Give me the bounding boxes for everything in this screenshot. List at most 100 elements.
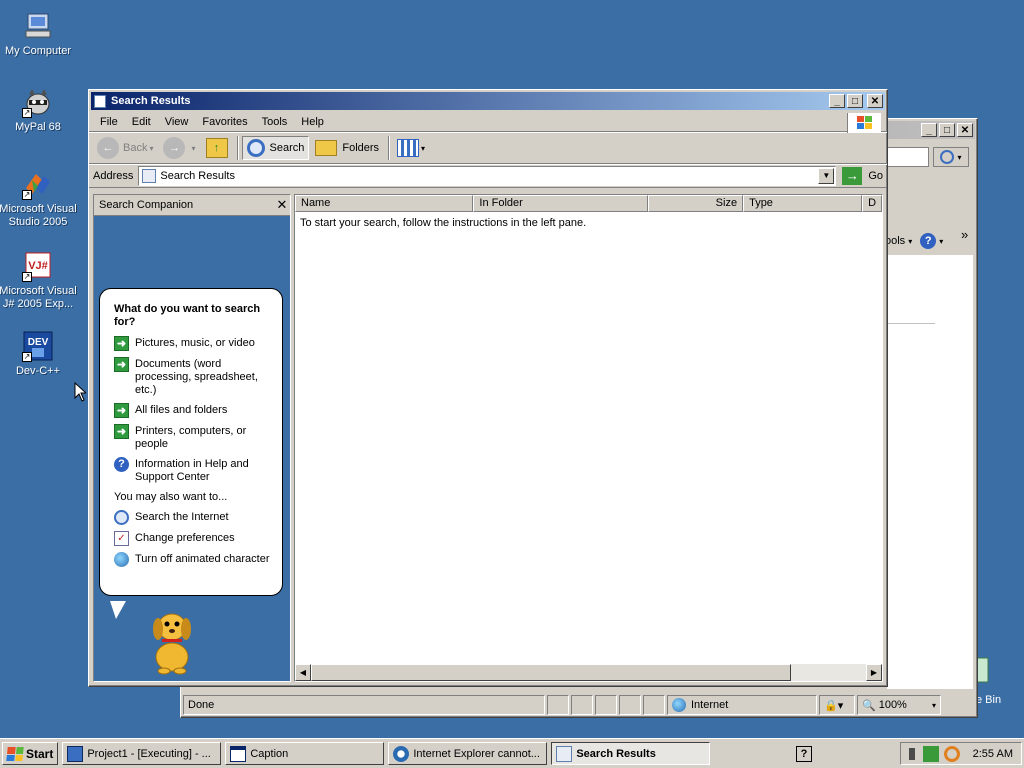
search-dropdown-button[interactable]: ▾: [933, 147, 969, 167]
mouse-cursor-icon: [74, 382, 86, 402]
option-printers[interactable]: ➜ Printers, computers, or people: [114, 424, 272, 451]
dev-cpp-icon: DEV ↗: [22, 330, 54, 362]
search-icon: [940, 150, 955, 164]
views-icon: [397, 139, 420, 157]
companion-title: Search Companion: [99, 199, 194, 211]
help-tray-icon[interactable]: ?: [795, 745, 812, 762]
svg-text:VJ#: VJ#: [28, 260, 48, 272]
column-in-folder[interactable]: In Folder: [473, 195, 648, 212]
desktop-icon-visual-studio[interactable]: ↗ Microsoft Visual Studio 2005: [0, 168, 80, 229]
status-cell: [643, 695, 665, 715]
network-icon[interactable]: [908, 747, 915, 760]
option-change-preferences[interactable]: ✓ Change preferences: [114, 531, 272, 546]
option-help-center[interactable]: ? Information in Help and Support Center: [114, 457, 272, 484]
option-documents[interactable]: ➜ Documents (word processing, spreadsheet…: [114, 357, 272, 397]
toolbar-separator: [388, 136, 391, 160]
task-internet-explorer[interactable]: Internet Explorer cannot...: [388, 742, 548, 765]
security-shield-icon[interactable]: [922, 745, 939, 762]
close-button[interactable]: ✕: [957, 123, 973, 137]
menu-help[interactable]: Help: [294, 114, 331, 130]
status-text: Done: [183, 695, 545, 715]
desktop-icon-label: MyPal 68: [15, 121, 61, 133]
task-search-results[interactable]: Search Results: [551, 742, 711, 765]
clock[interactable]: 2:55 AM: [973, 748, 1013, 760]
companion-close-icon[interactable]: ✕: [274, 197, 290, 213]
visual-studio-icon: ↗: [22, 168, 54, 200]
security-icon[interactable]: 🔒▾: [819, 695, 855, 715]
minimize-button[interactable]: _: [829, 94, 845, 108]
shortcut-arrow-icon: ↗: [22, 108, 32, 118]
horizontal-scrollbar[interactable]: ◀ ▶: [295, 664, 882, 681]
task-label: Search Results: [576, 747, 656, 760]
desktop-icon-label: My Computer: [4, 45, 72, 57]
task-project1[interactable]: Project1 - [Executing] - ...: [62, 742, 222, 765]
option-search-internet[interactable]: Search the Internet: [114, 510, 272, 525]
internet-search-icon: [114, 510, 129, 525]
zoom-control[interactable]: 🔍 100% ▾: [857, 695, 941, 715]
column-name[interactable]: Name: [295, 195, 474, 212]
folders-button[interactable]: Folders: [311, 138, 383, 158]
vb-project-icon: [67, 745, 84, 762]
forward-button[interactable]: → ▾: [159, 135, 199, 161]
desktop-icon-mypal[interactable]: ↗ MyPal 68: [0, 86, 80, 134]
column-size[interactable]: Size: [647, 195, 744, 212]
scroll-thumb[interactable]: [311, 664, 791, 681]
address-bar: Address Search Results ▼ → Go: [89, 164, 887, 188]
desktop-icon-visual-j[interactable]: VJ# ↗ Microsoft Visual J# 2005 Exp...: [0, 250, 80, 311]
search-label: Search: [269, 142, 305, 154]
menu-view[interactable]: View: [158, 114, 196, 130]
maximize-button[interactable]: □: [939, 123, 955, 137]
menu-favorites[interactable]: Favorites: [195, 114, 254, 130]
search-results-page-icon: [142, 169, 157, 183]
green-arrow-icon: ➜: [114, 357, 129, 372]
option-all-files[interactable]: ➜ All files and folders: [114, 403, 272, 418]
desktop-icon-dev-cpp[interactable]: DEV ↗ Dev-C++: [0, 330, 80, 378]
menu-edit[interactable]: Edit: [125, 114, 158, 130]
up-folder-icon: ↑: [205, 138, 228, 158]
start-button[interactable]: Start: [2, 742, 59, 765]
scroll-left-icon[interactable]: ◀: [295, 664, 311, 681]
minimize-button[interactable]: _: [921, 123, 937, 137]
raccoon-icon: ↗: [22, 86, 54, 118]
toolbar-separator: [236, 136, 239, 160]
background-search-field[interactable]: [881, 147, 929, 167]
back-arrow-icon: ←: [97, 137, 119, 159]
desktop-icon-my-computer[interactable]: My Computer: [0, 10, 80, 58]
scroll-right-icon[interactable]: ▶: [866, 664, 882, 681]
chevron-icon[interactable]: »: [961, 227, 968, 242]
close-button[interactable]: ✕: [867, 94, 883, 108]
window-titlebar[interactable]: Search Results _ □ ✕: [91, 92, 885, 110]
search-results-icon: [556, 745, 573, 762]
desktop-icon-label: Dev-C++: [15, 365, 61, 377]
green-arrow-icon: ➜: [114, 403, 129, 418]
address-value: Search Results: [160, 170, 235, 182]
search-results-window[interactable]: Search Results _ □ ✕ File Edit View Favo…: [88, 89, 888, 687]
start-label: Start: [26, 746, 54, 761]
column-type[interactable]: Type: [743, 195, 863, 212]
tools-menu-button[interactable]: ools ▾ ? ▾: [885, 233, 943, 249]
search-question: What do you want to search for?: [114, 303, 261, 328]
option-label: Turn off animated character: [135, 553, 270, 565]
window-icon: [94, 94, 106, 108]
maximize-button[interactable]: □: [847, 94, 863, 108]
companion-header: Search Companion ✕: [94, 195, 290, 216]
zone-label: Internet: [691, 699, 729, 711]
back-button[interactable]: ← Back ▾: [93, 135, 157, 161]
search-button[interactable]: Search: [241, 136, 310, 160]
menu-tools[interactable]: Tools: [255, 114, 295, 130]
shortcut-arrow-icon: ↗: [22, 272, 32, 282]
background-content: [887, 255, 973, 689]
menu-file[interactable]: File: [93, 114, 125, 130]
option-pictures[interactable]: ➜ Pictures, music, or video: [114, 336, 272, 351]
search-tray-icon[interactable]: [943, 745, 960, 762]
search-dog-character-icon[interactable]: [144, 607, 200, 675]
column-date[interactable]: D: [862, 195, 882, 212]
views-button[interactable]: ▾: [393, 137, 429, 159]
up-folder-button[interactable]: ↑: [202, 136, 232, 160]
address-dropdown-button[interactable]: ▼: [818, 168, 835, 184]
option-turn-off-character[interactable]: Turn off animated character: [114, 552, 272, 567]
task-label: Caption: [250, 747, 289, 760]
address-field[interactable]: Search Results ▼: [138, 166, 837, 186]
task-caption[interactable]: Caption: [225, 742, 385, 765]
go-button[interactable]: → Go: [842, 167, 883, 185]
